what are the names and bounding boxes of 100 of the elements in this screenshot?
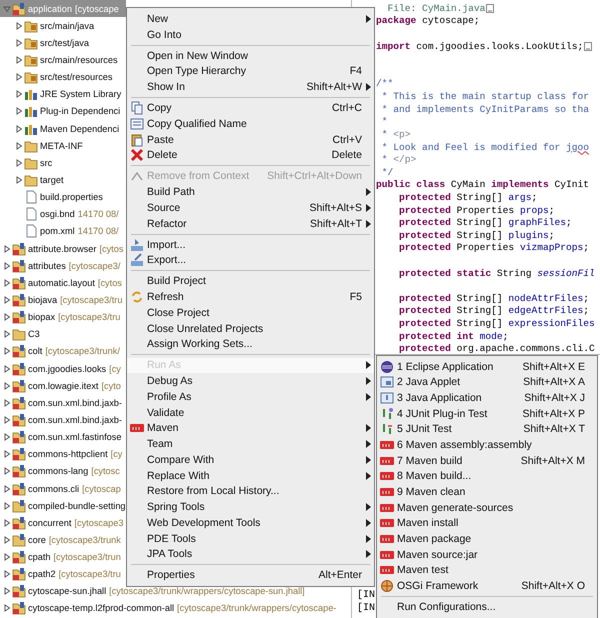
menu-item[interactable]: Spring Tools bbox=[127, 499, 374, 515]
menu-item[interactable]: Delete Delete bbox=[127, 148, 374, 164]
menu-item[interactable]: Close Project bbox=[127, 305, 374, 321]
expand-arrow-icon[interactable] bbox=[15, 158, 23, 167]
tree-item[interactable]: commons-httpclient bbox=[28, 449, 108, 460]
expand-arrow-icon[interactable] bbox=[15, 142, 23, 150]
expand-arrow-icon[interactable] bbox=[3, 398, 11, 407]
menu-item[interactable]: Debug As bbox=[127, 373, 374, 389]
tree-item[interactable]: cpath2 bbox=[28, 569, 56, 580]
tree-item[interactable]: cpath bbox=[28, 552, 50, 562]
menu-item[interactable]: 3 Java Application Shift+Alt+X J bbox=[377, 390, 597, 406]
menu-item[interactable]: OSGi Framework Shift+Alt+X O bbox=[377, 578, 597, 594]
menu-item[interactable]: Assign Working Sets... bbox=[127, 336, 374, 352]
tree-item[interactable]: com.sun.xml.bind.jaxb- bbox=[28, 398, 122, 408]
menu-item[interactable]: PDE Tools bbox=[127, 530, 374, 546]
menu-item[interactable]: Restore from Local History... bbox=[127, 484, 374, 500]
expand-arrow-icon[interactable] bbox=[3, 604, 11, 612]
expand-arrow-icon[interactable] bbox=[3, 467, 11, 476]
menu-item[interactable]: Go Into bbox=[127, 26, 374, 42]
menu-item[interactable]: 4 JUnit Plug-in Test Shift+Alt+X P bbox=[377, 406, 597, 422]
menu-item[interactable]: Export... bbox=[127, 252, 374, 268]
menu-item[interactable]: 6 Maven assembly:assembly bbox=[377, 437, 597, 453]
expand-arrow-icon[interactable] bbox=[15, 73, 23, 82]
menu-item[interactable]: 5 JUnit Test Shift+Alt+X T bbox=[377, 422, 597, 438]
expand-arrow-icon[interactable] bbox=[3, 296, 11, 304]
menu-item[interactable]: Maven package bbox=[377, 531, 597, 547]
tree-item[interactable]: osgi.bnd bbox=[40, 209, 75, 220]
menu-item[interactable]: 9 Maven clean bbox=[377, 484, 597, 500]
tree-item[interactable]: src bbox=[40, 158, 52, 168]
menu-item[interactable]: Compare With bbox=[127, 452, 374, 468]
tree-item[interactable]: biojava bbox=[28, 294, 58, 305]
menu-item[interactable]: Team bbox=[127, 436, 374, 452]
menu-item[interactable]: Source Shift+Alt+S bbox=[127, 200, 374, 216]
tree-item[interactable]: com.sun.xml.fastinfose bbox=[28, 432, 122, 442]
tree-item[interactable]: com.jgoodies.looks bbox=[28, 364, 106, 374]
expand-arrow-icon[interactable] bbox=[3, 570, 11, 578]
menu-item[interactable]: Close Unrelated Projects bbox=[127, 320, 374, 336]
tree-item[interactable]: META-INF bbox=[40, 140, 83, 151]
expand-arrow-icon[interactable] bbox=[3, 484, 11, 492]
expand-arrow-icon[interactable] bbox=[3, 433, 11, 442]
tree-item[interactable]: Plug-in Dependenci bbox=[40, 106, 120, 116]
menu-item[interactable]: Show In Shift+Alt+W bbox=[127, 79, 374, 95]
tree-item[interactable]: src/test/resources bbox=[40, 72, 112, 82]
tree-item[interactable]: src/test/java bbox=[40, 38, 90, 48]
tree-item[interactable]: automatic.layout bbox=[28, 278, 95, 288]
expand-arrow-icon[interactable] bbox=[3, 450, 11, 458]
tree-item[interactable]: C3 bbox=[28, 329, 40, 340]
tree-item[interactable]: target bbox=[40, 174, 64, 185]
menu-item[interactable]: Open in New Window bbox=[127, 48, 374, 64]
menu-item[interactable]: Maven install bbox=[377, 515, 597, 532]
menu-item[interactable]: Maven bbox=[127, 420, 374, 436]
menu-item[interactable]: 7 Maven build Shift+Alt+X M bbox=[377, 452, 597, 468]
menu-item[interactable]: Build Project bbox=[127, 274, 374, 290]
menu-item[interactable]: Maven test bbox=[377, 562, 597, 578]
expand-arrow-icon[interactable] bbox=[3, 262, 11, 270]
expand-arrow-icon[interactable] bbox=[3, 330, 11, 338]
expand-arrow-icon[interactable] bbox=[3, 278, 11, 287]
menu-item[interactable]: New bbox=[127, 11, 374, 27]
tree-item[interactable]: commons.cli bbox=[28, 484, 80, 494]
expand-arrow-icon[interactable] bbox=[3, 347, 11, 356]
tree-item[interactable]: Maven Dependenci bbox=[40, 124, 120, 134]
expand-arrow-icon[interactable] bbox=[3, 244, 11, 253]
menu-item[interactable]: JPA Tools bbox=[127, 546, 374, 562]
menu-item[interactable]: Profile As bbox=[127, 389, 374, 405]
expand-arrow-icon[interactable] bbox=[3, 416, 11, 424]
tree-item[interactable]: cytoscape-sun.jhall bbox=[28, 586, 106, 596]
expand-arrow-icon[interactable] bbox=[15, 38, 23, 47]
menu-item[interactable]: 2 Java Applet Shift+Alt+X A bbox=[377, 374, 597, 390]
expand-arrow-icon[interactable] bbox=[15, 56, 23, 64]
menu-item[interactable]: Build Path bbox=[127, 184, 374, 200]
menu-item[interactable]: Maven generate-sources bbox=[377, 500, 597, 516]
menu-item[interactable]: Import... bbox=[127, 236, 374, 252]
tree-item[interactable]: core bbox=[28, 534, 46, 545]
tree-item[interactable]: src/main/java bbox=[40, 20, 94, 31]
menu-item[interactable]: Paste Ctrl+V bbox=[127, 132, 374, 148]
menu-item[interactable]: 8 Maven build... bbox=[377, 468, 597, 484]
tree-item[interactable]: pom.xml bbox=[40, 226, 75, 236]
expand-arrow-icon[interactable] bbox=[3, 587, 11, 596]
tree-item[interactable]: concurrent bbox=[28, 518, 72, 528]
expand-arrow-icon[interactable] bbox=[15, 124, 23, 133]
tree-item[interactable]: build.properties bbox=[40, 192, 103, 202]
tree-item[interactable]: com.sun.xml.bind.jaxb- bbox=[28, 414, 122, 425]
expand-arrow-icon[interactable] bbox=[3, 502, 11, 510]
menu-item[interactable]: Copy Qualified Name bbox=[127, 116, 374, 132]
menu-item[interactable]: Properties Alt+Enter bbox=[127, 568, 374, 584]
menu-item[interactable]: Replace With bbox=[127, 468, 374, 484]
tree-item[interactable]: attributes bbox=[28, 260, 66, 271]
menu-item[interactable]: Maven source:jar bbox=[377, 546, 597, 562]
tree-item[interactable]: cytoscape-temp.l2fprod-common-all bbox=[28, 603, 174, 614]
expand-arrow-icon[interactable] bbox=[3, 364, 11, 373]
tree-item[interactable]: colt bbox=[28, 346, 42, 356]
menu-item[interactable]: Copy Ctrl+C bbox=[127, 100, 374, 116]
expand-arrow-icon[interactable] bbox=[15, 107, 23, 116]
menu-item[interactable]: Refactor Shift+Alt+T bbox=[127, 216, 374, 232]
menu-item[interactable]: Validate bbox=[127, 404, 374, 420]
tree-item[interactable]: JRE System Library bbox=[40, 89, 122, 100]
expand-arrow-icon[interactable] bbox=[3, 536, 11, 544]
tree-item[interactable]: compiled-bundle-setting bbox=[28, 500, 126, 511]
expand-arrow-icon[interactable] bbox=[15, 90, 23, 98]
expand-arrow-icon[interactable] bbox=[3, 553, 11, 562]
